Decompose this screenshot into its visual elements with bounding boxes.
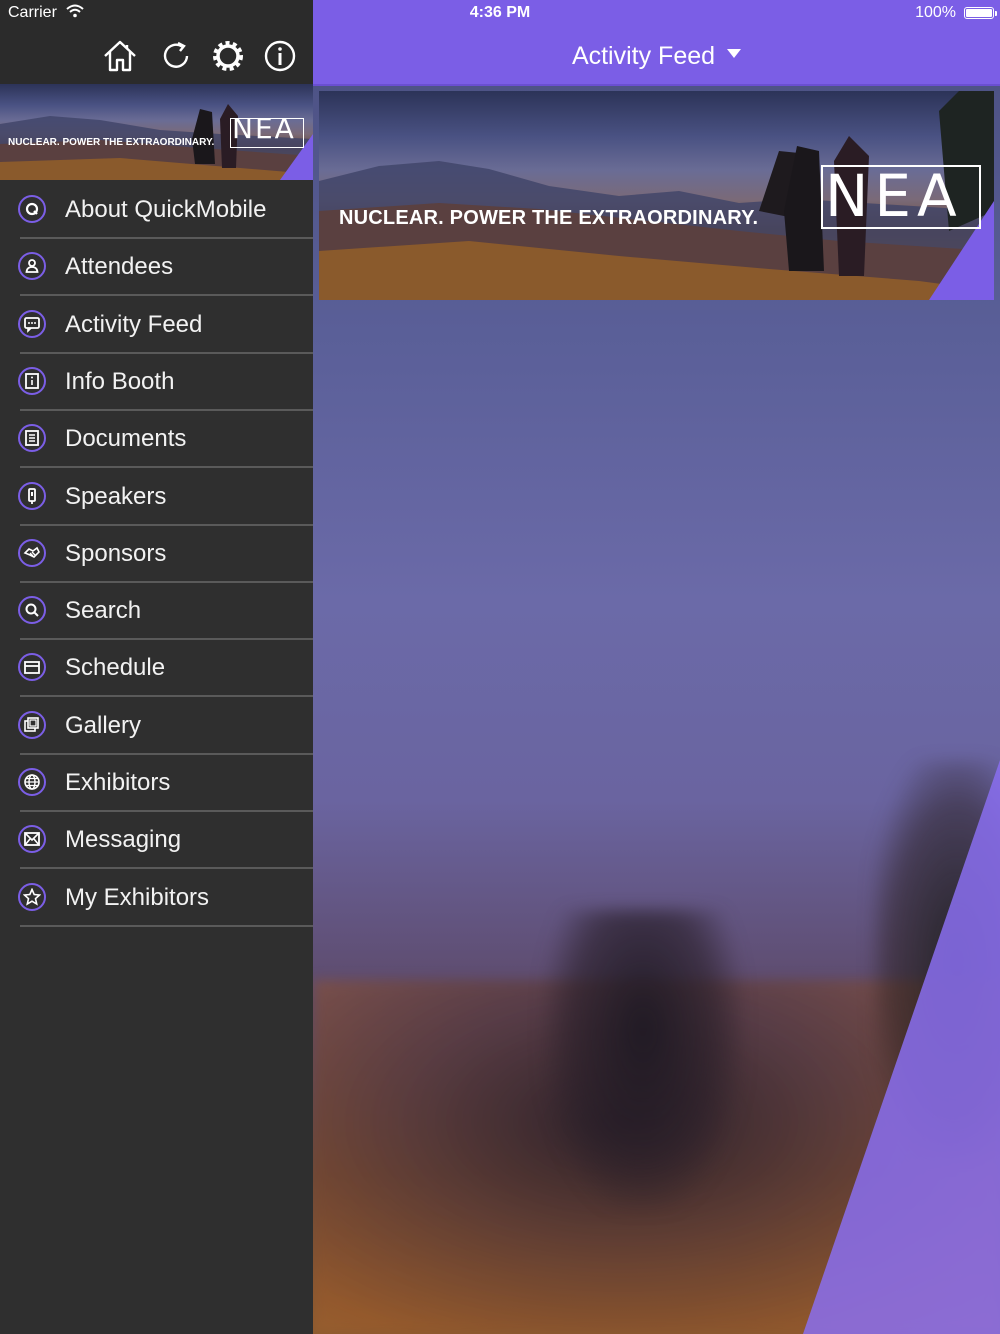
sidebar-item-exhibitors[interactable]: Exhibitors bbox=[18, 755, 313, 812]
calendar-icon bbox=[18, 653, 46, 682]
settings-icon[interactable] bbox=[210, 38, 246, 74]
page-title: Activity Feed bbox=[571, 42, 716, 70]
clock: 4:36 PM bbox=[469, 4, 531, 21]
sidebar-item-label: Messaging bbox=[65, 826, 182, 854]
sidebar-item-label: About QuickMobile bbox=[65, 196, 267, 223]
sidebar-item-label: Gallery bbox=[65, 711, 142, 739]
nea-logo-text: NEA bbox=[825, 162, 963, 230]
sidebar-item-gallery[interactable]: Gallery bbox=[18, 698, 313, 755]
sidebar-item-label: Attendees bbox=[65, 253, 174, 281]
sidebar-item-label: Info Booth bbox=[65, 367, 175, 395]
globe-icon bbox=[18, 768, 46, 796]
envelope-icon bbox=[18, 825, 46, 854]
sidebar-item-schedule[interactable]: Schedule bbox=[18, 640, 313, 698]
sidebar-item-messaging[interactable]: Messaging bbox=[18, 812, 313, 870]
sidebar: NUCLEAR. POWER THE EXTRAORDINARY. NEA Ab… bbox=[0, 0, 313, 1334]
sidebar-item-label: Activity Feed bbox=[65, 310, 203, 338]
sidebar-item-search[interactable]: Search bbox=[18, 583, 313, 641]
sidebar-item-activity-feed[interactable]: Activity Feed bbox=[18, 297, 313, 354]
gallery-icon bbox=[18, 710, 46, 739]
home-icon[interactable] bbox=[102, 38, 138, 74]
quickmobile-icon bbox=[18, 195, 46, 223]
event-banner: NUCLEAR. POWER THE EXTRAORDINARY. NEA bbox=[319, 91, 994, 300]
sidebar-banner-tagline: NUCLEAR. POWER THE EXTRAORDINARY. bbox=[8, 137, 215, 148]
sidebar-item-label: My Exhibitors bbox=[65, 883, 210, 911]
sidebar-banner: NUCLEAR. POWER THE EXTRAORDINARY. NEA bbox=[0, 84, 313, 180]
sidebar-item-my-exhibitors[interactable]: My Exhibitors bbox=[18, 870, 313, 927]
refresh-icon[interactable] bbox=[158, 38, 194, 74]
sidebar-item-speakers[interactable]: Speakers bbox=[18, 469, 313, 526]
chat-icon bbox=[18, 309, 46, 338]
sidebar-nea-logo-text: NEA bbox=[232, 112, 296, 145]
handshake-icon bbox=[18, 538, 46, 567]
feed-selector[interactable]: Activity Feed bbox=[313, 42, 1000, 71]
battery-tip bbox=[995, 11, 997, 16]
dropdown-caret-icon bbox=[727, 48, 742, 58]
sidebar-item-info-booth[interactable]: Info Booth bbox=[18, 354, 313, 411]
star-icon bbox=[18, 882, 46, 911]
sidebar-item-attendees[interactable]: Attendees bbox=[18, 239, 313, 297]
microphone-icon bbox=[18, 481, 46, 510]
banner-tagline: NUCLEAR. POWER THE EXTRAORDINARY. bbox=[339, 207, 759, 229]
info-booth-icon bbox=[18, 366, 46, 395]
battery-icon bbox=[964, 7, 994, 19]
sidebar-item-label: Documents bbox=[65, 425, 187, 453]
sidebar-item-label: Exhibitors bbox=[65, 769, 171, 796]
sidebar-item-label: Schedule bbox=[65, 654, 166, 682]
sidebar-item-sponsors[interactable]: Sponsors bbox=[18, 526, 313, 583]
sidebar-item-label: Speakers bbox=[65, 482, 167, 510]
status-bar: Carrier 4:36 PM 100% bbox=[0, 0, 1000, 28]
sidebar-item-label: Sponsors bbox=[65, 539, 167, 567]
battery-percent: 100% bbox=[915, 4, 956, 21]
info-icon[interactable] bbox=[262, 38, 298, 74]
document-icon bbox=[18, 424, 46, 453]
sidebar-item-about-quickmobile[interactable]: About QuickMobile bbox=[18, 182, 313, 239]
sidebar-item-documents[interactable]: Documents bbox=[18, 411, 313, 469]
search-icon bbox=[18, 596, 46, 625]
sidebar-item-label: Search bbox=[65, 597, 142, 625]
person-icon bbox=[18, 252, 46, 281]
